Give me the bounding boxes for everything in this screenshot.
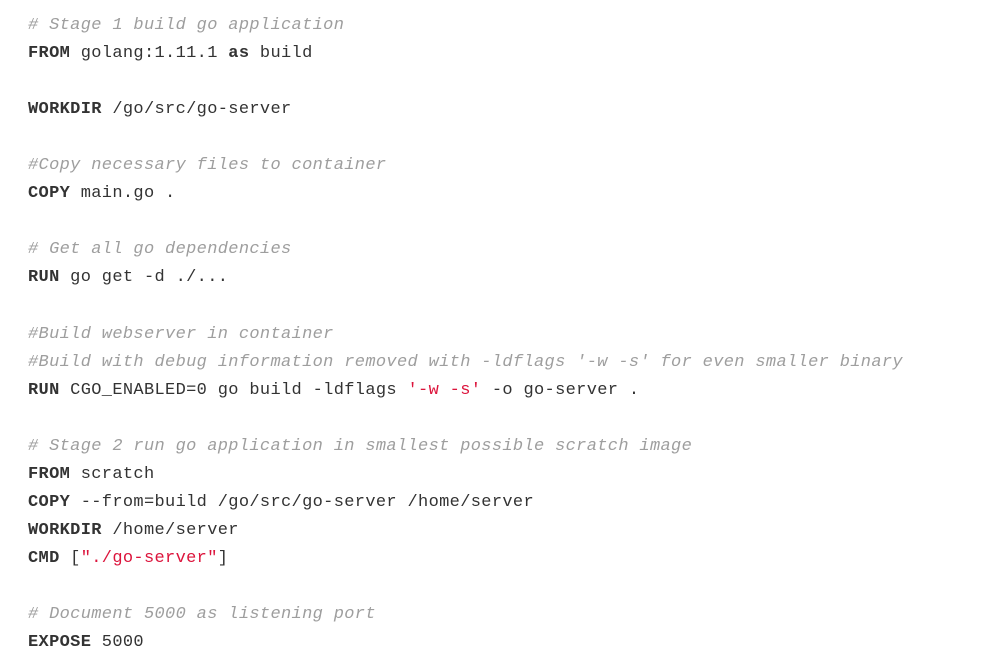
keyword-token: CMD [28,549,60,568]
code-line-18: WORKDIR /home/server [28,517,955,545]
code-line-19: CMD ["./go-server"] [28,545,955,573]
comment-text: #Build with debug information removed wi… [28,353,903,372]
normal-token: /home/server [102,521,239,540]
code-line-21: # Document 5000 as listening port [28,601,955,629]
code-line-12: #Build with debug information removed wi… [28,349,955,377]
code-line-9: RUN go get -d ./... [28,264,955,292]
keyword-token: FROM [28,465,70,484]
normal-token: --from=build /go/src/go-server /home/ser… [70,493,534,512]
keyword-token: RUN [28,268,60,287]
code-line-8: # Get all go dependencies [28,236,955,264]
normal-token: ] [218,549,229,568]
string-token: '-w -s' [408,381,482,400]
code-line-22: EXPOSE 5000 [28,629,955,657]
comment-text: #Copy necessary files to container [28,156,386,175]
keyword-token: EXPOSE [28,633,91,652]
code-line-10 [28,292,955,320]
keyword-token: RUN [28,381,60,400]
keyword-token: WORKDIR [28,521,102,540]
normal-token: CGO_ENABLED=0 go build -ldflags [60,381,408,400]
keyword-token: FROM [28,44,70,63]
code-line-0: # Stage 1 build go application [28,12,955,40]
code-line-5: #Copy necessary files to container [28,152,955,180]
dockerfile-code: # Stage 1 build go application FROM golan… [28,12,955,657]
code-line-14 [28,405,955,433]
normal-token: go get -d ./... [60,268,229,287]
code-line-11: #Build webserver in container [28,321,955,349]
code-line-17: COPY --from=build /go/src/go-server /hom… [28,489,955,517]
code-line-15: # Stage 2 run go application in smallest… [28,433,955,461]
code-line-4 [28,124,955,152]
comment-text: # Document 5000 as listening port [28,605,376,624]
string-token: "./go-server" [81,549,218,568]
normal-token: 5000 [91,633,144,652]
comment-text: # Get all go dependencies [28,240,292,259]
keyword-token: COPY [28,493,70,512]
comment-text: # Stage 2 run go application in smallest… [28,437,692,456]
code-line-6: COPY main.go . [28,180,955,208]
code-line-13: RUN CGO_ENABLED=0 go build -ldflags '-w … [28,377,955,405]
code-line-20 [28,573,955,601]
normal-token: scratch [70,465,154,484]
normal-token: /go/src/go-server [102,100,292,119]
normal-token: [ [60,549,81,568]
normal-token: -o go-server . [481,381,639,400]
keyword-token: as [228,44,249,63]
code-line-16: FROM scratch [28,461,955,489]
comment-text: #Build webserver in container [28,325,334,344]
comment-text: # Stage 1 build go application [28,16,344,35]
normal-token: golang:1.11.1 [70,44,228,63]
code-line-1: FROM golang:1.11.1 as build [28,40,955,68]
keyword-token: WORKDIR [28,100,102,119]
keyword-token: COPY [28,184,70,203]
normal-token: build [249,44,312,63]
normal-token: main.go . [70,184,175,203]
code-line-2 [28,68,955,96]
code-line-7 [28,208,955,236]
code-line-3: WORKDIR /go/src/go-server [28,96,955,124]
